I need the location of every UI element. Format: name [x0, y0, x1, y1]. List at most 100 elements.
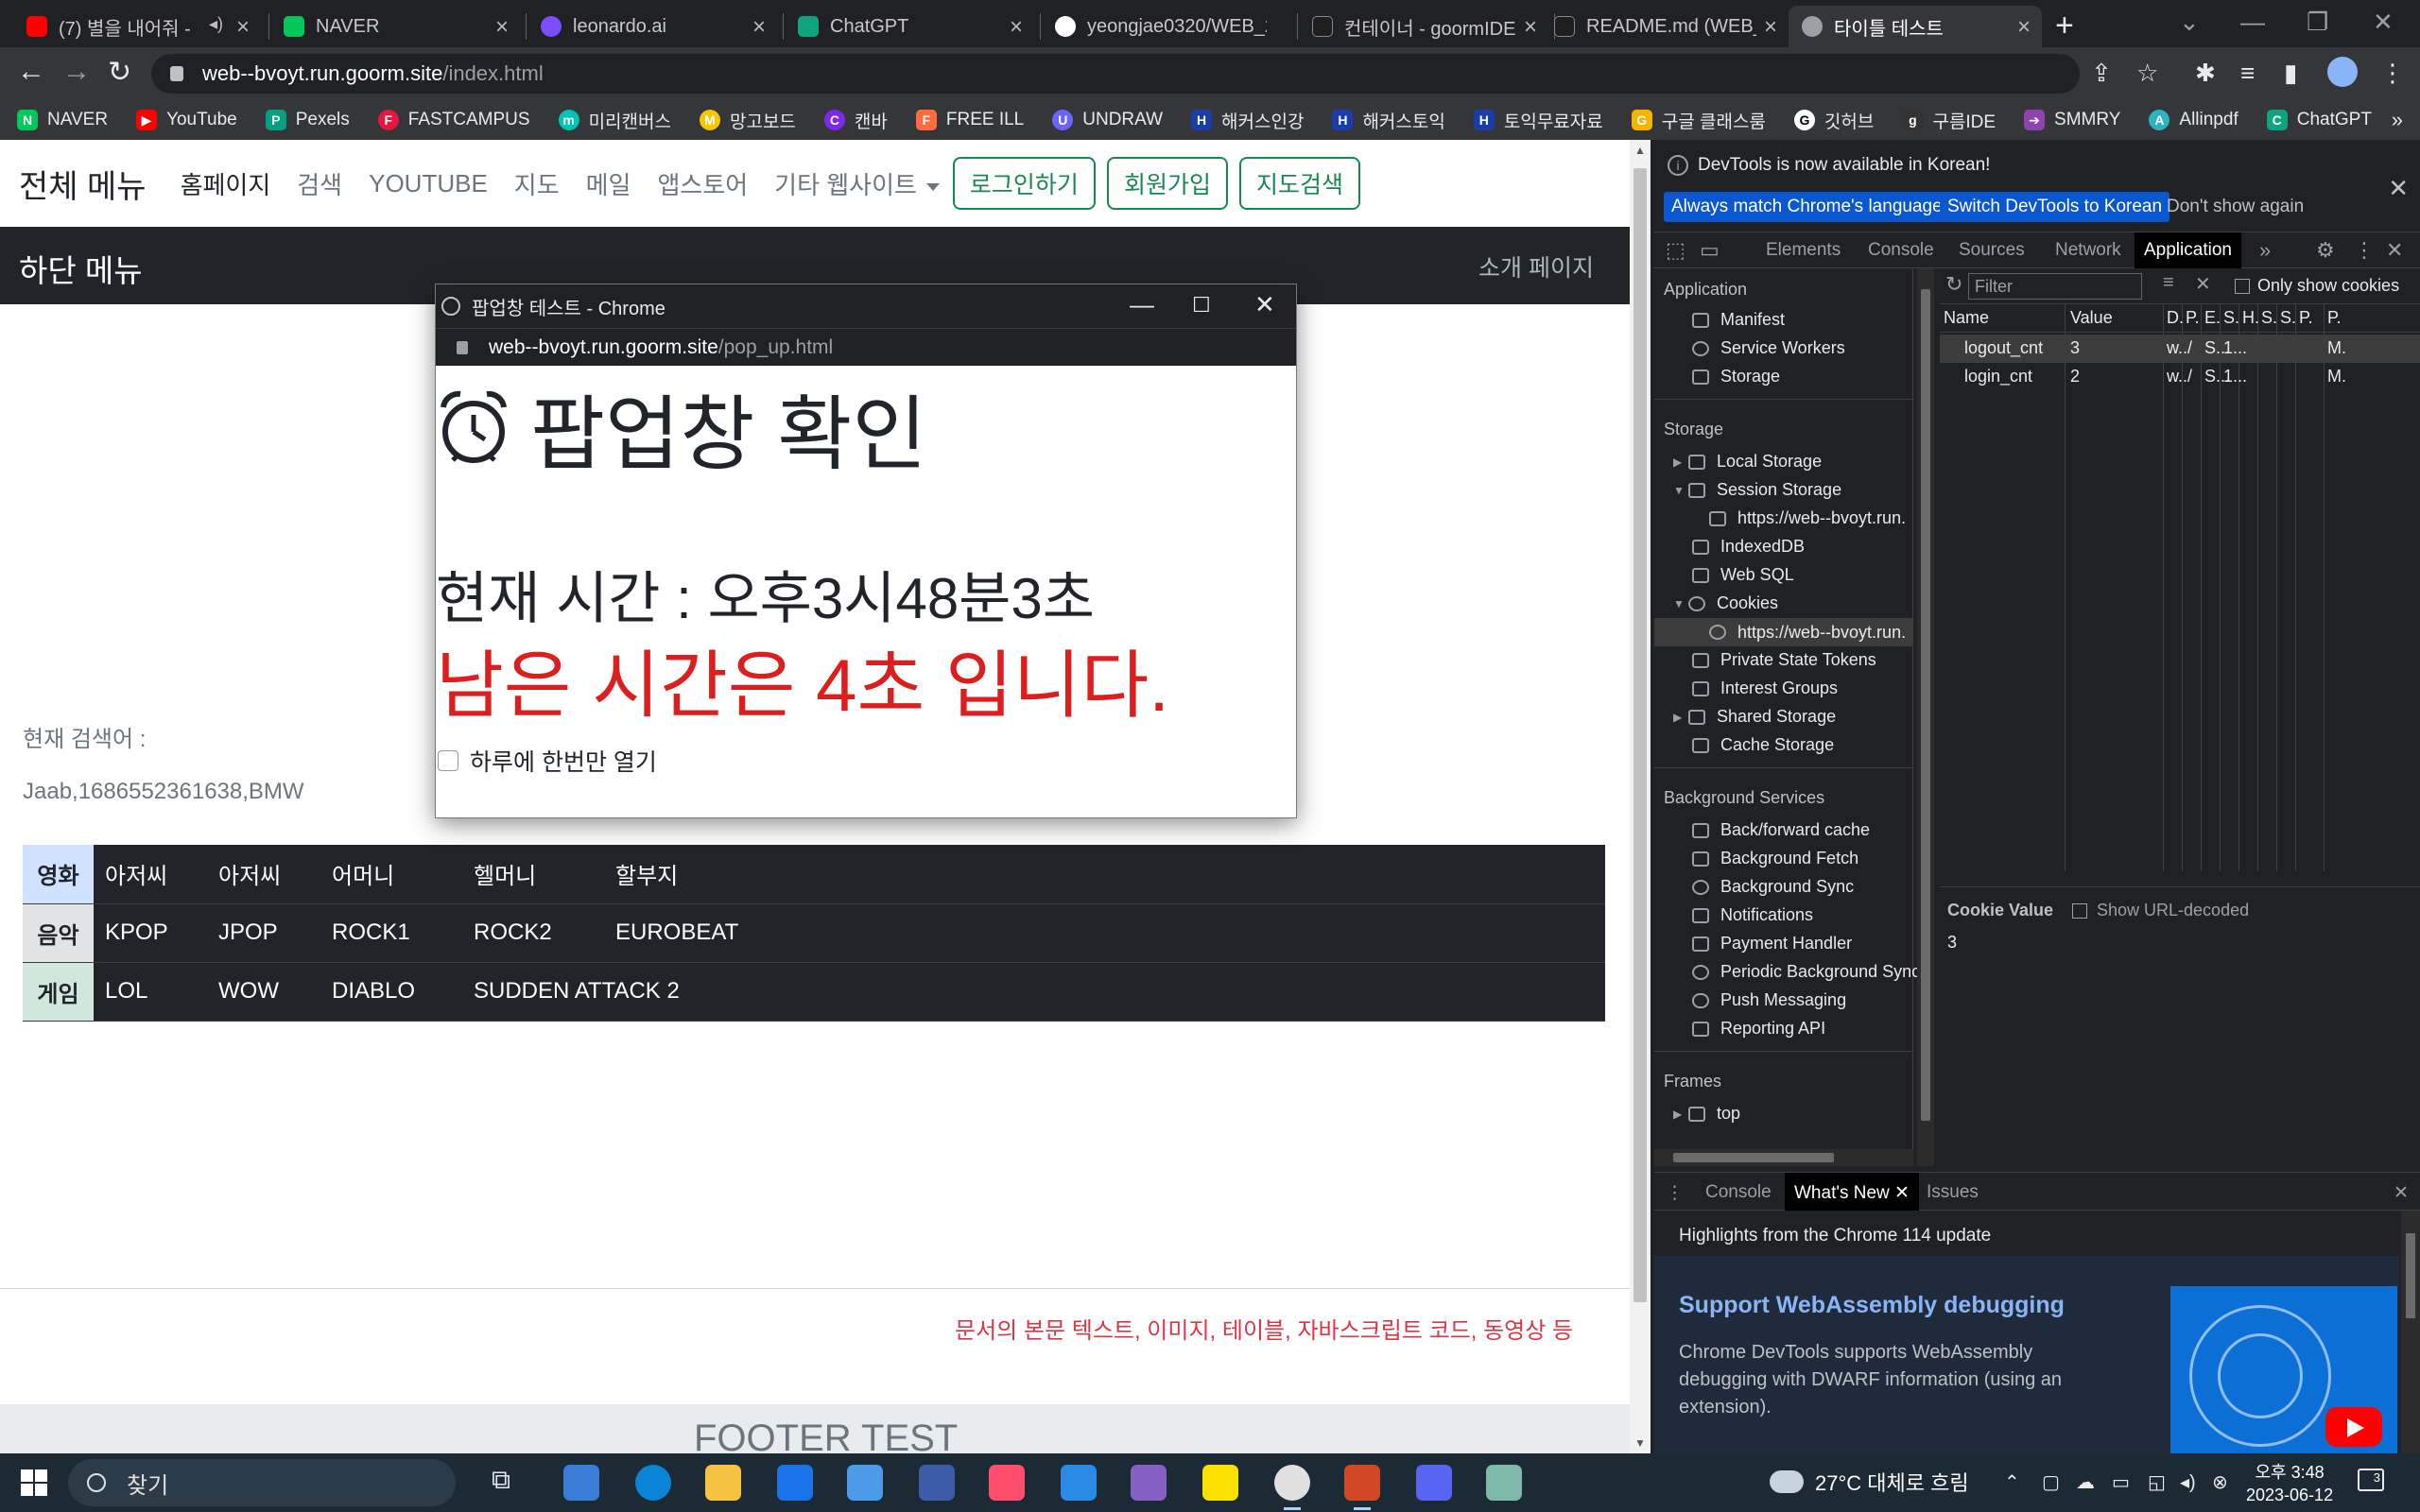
cloud-sync-icon[interactable]: ☁ — [2076, 1470, 2095, 1494]
bookmark-chatgpt[interactable]: C ChatGPT — [2266, 110, 2372, 130]
tab-youtube[interactable]: (7) 별을 내어줘 - ◂) × — [13, 6, 261, 47]
close-devtools-icon[interactable]: ✕ — [2386, 238, 2403, 263]
tab-search-icon[interactable]: ⌄ — [2179, 8, 2200, 37]
close-window-icon[interactable]: ✕ — [2373, 8, 2394, 37]
bookmark-github[interactable]: G 깃허브 — [1793, 108, 1874, 133]
close-icon[interactable]: ✕ — [1894, 1183, 1910, 1203]
notification-icon[interactable]: 3 — [2358, 1469, 2384, 1491]
network-icon[interactable]: ◱ — [2148, 1470, 2166, 1494]
table-row[interactable]: logout_cnt 3 w.. / S... 1... M. — [1940, 335, 2420, 363]
sidebar-item-cookies[interactable]: ▼ Cookies — [1673, 593, 1778, 613]
close-icon[interactable]: ✕ — [1254, 290, 1275, 319]
side-panel-icon[interactable]: ▮ — [2284, 59, 2297, 88]
maximize-icon[interactable]: ☐ — [1192, 293, 1211, 318]
bookmark-star-icon[interactable]: ☆ — [2136, 59, 2158, 88]
nav-link-home[interactable]: 홈페이지 — [181, 166, 271, 201]
share-icon[interactable]: ⇪ — [2091, 59, 2112, 88]
sidebar-item-websql[interactable]: Web SQL — [1692, 565, 1794, 585]
nav-link-search[interactable]: 검색 — [297, 166, 342, 201]
more-bookmarks-icon[interactable]: » — [2392, 108, 2403, 132]
scroll-down-icon[interactable]: ▼ — [1634, 1436, 1646, 1450]
navbar-brand[interactable]: 전체 메뉴 — [19, 161, 147, 207]
signup-button[interactable]: 회원가입 — [1106, 157, 1228, 210]
minimize-icon[interactable]: — — [2240, 8, 2265, 37]
forward-icon[interactable]: → — [62, 56, 91, 88]
nav-link-appstore[interactable]: 앱스토어 — [657, 166, 748, 201]
tab-leonardo[interactable]: leonardo.ai × — [527, 6, 777, 47]
sidebar-scrollbar[interactable] — [1917, 268, 1934, 1166]
nav-link-youtube[interactable]: YOUTUBE — [369, 169, 488, 198]
bookmark-naver[interactable]: N NAVER — [17, 110, 108, 130]
column-header[interactable]: E. — [2204, 308, 2221, 328]
sidebar-item-indexeddb[interactable]: IndexedDB — [1692, 537, 1805, 557]
sidebar-item-reporting-api[interactable]: Reporting API — [1692, 1019, 1825, 1039]
bookmark-allinpdf[interactable]: A Allinpdf — [2149, 110, 2238, 130]
system-clock[interactable]: 오후 3:48 2023-06-12 — [2246, 1461, 2333, 1506]
tab-github[interactable]: yeongjae0320/WEB_2 — [1042, 6, 1291, 47]
nav-link-mail[interactable]: 메일 — [586, 166, 631, 201]
sidebar-item-bfcache[interactable]: Back/forward cache — [1692, 820, 1870, 840]
tab-chatgpt[interactable]: ChatGPT × — [785, 6, 1034, 47]
drawer-menu-icon[interactable]: ⋮ — [1666, 1182, 1684, 1204]
file-explorer-app-icon[interactable] — [563, 1465, 599, 1501]
popup-address-bar[interactable]: web--bvoyt.run.goorm.site /pop_up.html — [436, 328, 1296, 366]
match-language-button[interactable]: Always match Chrome's language — [1664, 192, 1950, 222]
filter-input[interactable]: Filter — [1968, 273, 2142, 300]
close-icon[interactable]: × — [1010, 14, 1023, 41]
sidebar-item-private-state-tokens[interactable]: Private State Tokens — [1692, 650, 1876, 670]
more-tabs-icon[interactable]: » — [2259, 238, 2271, 263]
column-header[interactable]: P. — [2186, 308, 2200, 328]
sidebar-item-interest-groups[interactable]: Interest Groups — [1692, 679, 1838, 698]
close-icon[interactable]: × — [1524, 14, 1537, 41]
scroll-up-icon[interactable]: ▲ — [1634, 144, 1646, 157]
back-icon[interactable]: ← — [17, 56, 45, 88]
reload-icon[interactable]: ↻ — [108, 56, 131, 89]
sidebar-item-background-sync[interactable]: Background Sync — [1692, 877, 1854, 897]
show-url-decoded-checkbox[interactable]: Show URL-decoded — [2072, 901, 2249, 920]
scrollbar-thumb[interactable] — [1921, 289, 1930, 1121]
column-header[interactable]: H. — [2242, 308, 2259, 328]
checkbox[interactable] — [2235, 278, 2250, 294]
media-icon[interactable]: ≡ — [2240, 59, 2255, 88]
clear-filtered-icon[interactable]: ≡ — [2163, 272, 2174, 294]
mute-icon[interactable]: ⊗ — [2212, 1470, 2228, 1494]
inspect-icon[interactable]: ⬚ — [1666, 238, 1685, 263]
nav-link-map[interactable]: 지도 — [514, 166, 560, 201]
drawer-tab-whats-new[interactable]: What's New ✕ — [1785, 1173, 1919, 1211]
only-show-issues-checkbox[interactable]: Only show cookies — [2235, 276, 2399, 296]
windows-start-icon[interactable] — [21, 1469, 47, 1496]
video-thumbnail[interactable] — [2170, 1286, 2397, 1454]
tab-console[interactable]: Console — [1868, 240, 1934, 261]
column-header[interactable]: Name — [1944, 308, 1989, 328]
task-view-icon[interactable]: ⧉ — [492, 1465, 527, 1501]
sidebar-item-session-storage[interactable]: ▼ Session Storage — [1673, 480, 1841, 500]
table-row[interactable]: login_cnt 2 w.. / S... 1... M. — [1940, 363, 2420, 391]
tray-app-icon[interactable]: ▢ — [2042, 1470, 2060, 1494]
youtube-play-icon[interactable] — [2325, 1407, 2382, 1447]
sidebar-item-shared-storage[interactable]: ▶ Shared Storage — [1673, 707, 1836, 727]
drawer-tab-console[interactable]: Console — [1705, 1182, 1772, 1203]
tray-expand-icon[interactable]: ⌃ — [2004, 1470, 2020, 1494]
sidebar-horizontal-scrollbar[interactable] — [1654, 1149, 1913, 1166]
column-header[interactable]: S. — [2280, 308, 2296, 328]
checkbox[interactable] — [2072, 902, 2087, 919]
folder-icon[interactable] — [705, 1465, 741, 1501]
scrollbar-thumb[interactable] — [1634, 168, 1647, 1302]
taskbar-search[interactable]: 찾기 — [68, 1459, 456, 1506]
column-header[interactable]: D. — [2167, 308, 2184, 328]
sidebar-item-payment-handler[interactable]: Payment Handler — [1692, 934, 1852, 954]
checkbox[interactable] — [438, 750, 458, 771]
refresh-icon[interactable]: ↻ — [1945, 272, 1962, 297]
profile-avatar[interactable] — [2327, 57, 2358, 87]
maximize-icon[interactable]: ❐ — [2307, 8, 2328, 37]
column-header[interactable]: S. — [2223, 308, 2239, 328]
popup-titlebar[interactable]: 팝업창 테스트 - Chrome — ☐ ✕ — [436, 284, 1296, 328]
card-title[interactable]: Support WebAssembly debugging — [1679, 1292, 2065, 1319]
sidebar-item-periodic-sync[interactable]: Periodic Background Sync — [1692, 962, 1920, 982]
bookmark-pexels[interactable]: P Pexels — [265, 110, 350, 130]
tab-application[interactable]: Application — [2135, 232, 2241, 268]
battery-icon[interactable]: ▭ — [2112, 1470, 2130, 1494]
bookmark-mangoboard[interactable]: M 망고보드 — [699, 108, 796, 133]
sidebar-item-frame-top[interactable]: ▶ top — [1673, 1104, 1740, 1124]
visual-studio-icon[interactable] — [1131, 1465, 1167, 1501]
